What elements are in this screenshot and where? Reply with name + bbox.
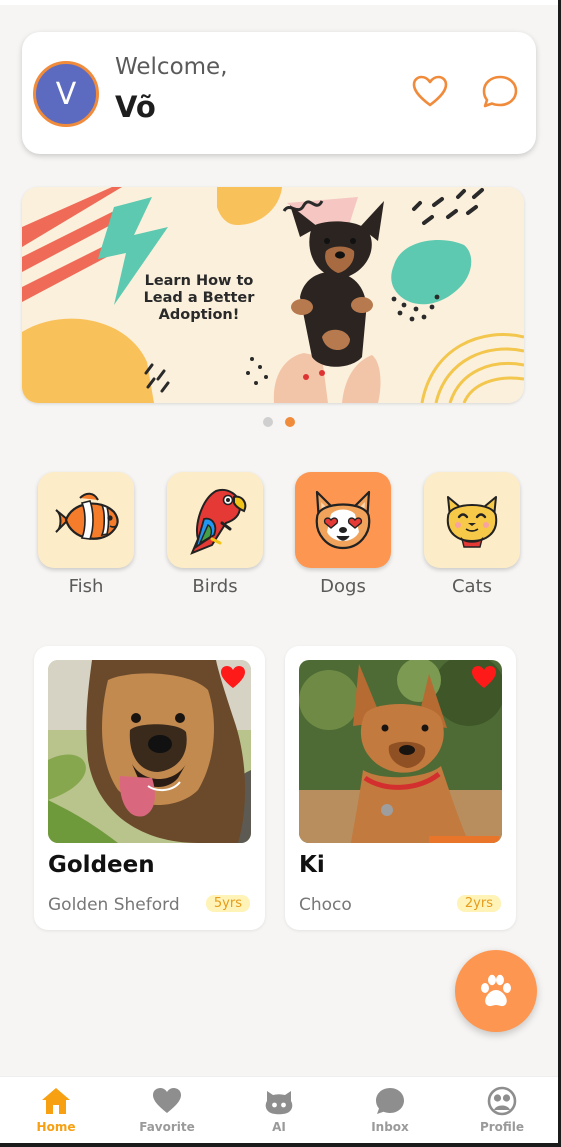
pet-card-ki[interactable]: Ki Choco 2yrs — [285, 646, 516, 930]
category-dogs[interactable]: Dogs — [295, 472, 391, 606]
app-screen: V Welcome, Võ Learn How to Lead a Better… — [0, 0, 558, 1143]
category-label: Cats — [451, 576, 493, 597]
heart-icon — [153, 1088, 181, 1113]
banner-headline: Learn How to Lead a Better Adoption! — [143, 273, 255, 323]
category-label: Fish — [68, 576, 104, 597]
nav-inbox[interactable]: Inbox — [340, 1085, 440, 1143]
bottom-navigation: Home Favorite AI Inbox Profile — [0, 1076, 558, 1143]
category-birds[interactable]: Birds — [167, 472, 263, 606]
category-label: Dogs — [320, 576, 366, 597]
paw-fab-button[interactable] — [455, 950, 537, 1032]
status-strip — [0, 0, 558, 5]
category-fish[interactable]: Fish — [38, 472, 134, 606]
nav-home[interactable]: Home — [6, 1085, 106, 1143]
nav-label: Favorite — [139, 1120, 195, 1134]
parrot-icon — [190, 489, 247, 555]
welcome-text: Welcome, — [115, 54, 228, 80]
category-tile[interactable] — [424, 472, 520, 568]
clownfish-icon — [55, 492, 119, 540]
pet-card-goldeen[interactable]: Goldeen Golden Sheford 5yrs — [34, 646, 265, 930]
category-label: Birds — [192, 576, 238, 597]
home-icon — [42, 1088, 70, 1114]
welcome-header-card: V Welcome, Võ — [22, 32, 536, 154]
pagination-dot-1[interactable] — [263, 417, 273, 427]
favorites-heart-icon[interactable] — [410, 72, 450, 112]
favorite-heart-icon[interactable] — [219, 664, 247, 690]
nav-favorite[interactable]: Favorite — [117, 1085, 217, 1143]
paw-icon — [481, 974, 511, 1007]
messages-chat-icon[interactable] — [480, 72, 520, 112]
nav-profile[interactable]: Profile — [452, 1085, 552, 1143]
promo-banner[interactable]: Learn How to Lead a Better Adoption! — [22, 187, 524, 403]
username: Võ — [115, 90, 156, 124]
nav-ai[interactable]: AI — [229, 1085, 329, 1143]
profile-icon — [487, 1086, 517, 1116]
pet-age-badge: 2yrs — [456, 895, 501, 912]
cat-face-icon — [446, 496, 498, 548]
nav-label: Home — [36, 1120, 76, 1134]
pet-photo[interactable] — [299, 660, 502, 843]
dog-face-icon — [315, 490, 371, 550]
banner-illustration — [22, 187, 524, 403]
pet-name: Goldeen — [48, 852, 155, 878]
category-tile-active[interactable] — [295, 472, 391, 568]
github-cat-icon — [265, 1091, 293, 1115]
pet-age-badge: 5yrs — [205, 895, 250, 912]
avatar[interactable]: V — [33, 61, 99, 127]
banner-pagination — [263, 417, 303, 429]
category-tile[interactable] — [38, 472, 134, 568]
category-tile[interactable] — [167, 472, 263, 568]
nav-label: Inbox — [371, 1120, 409, 1134]
nav-label: AI — [272, 1120, 286, 1134]
chat-bubble-icon — [376, 1088, 404, 1114]
avatar-letter: V — [55, 76, 77, 112]
device-frame-bottom — [0, 1143, 561, 1147]
pet-name: Ki — [299, 852, 325, 878]
pet-photo[interactable] — [48, 660, 251, 843]
pet-breed: Choco — [299, 895, 352, 915]
favorite-heart-icon[interactable] — [470, 664, 498, 690]
category-cats[interactable]: Cats — [424, 472, 520, 606]
pet-breed: Golden Sheford — [48, 895, 180, 915]
nav-label: Profile — [479, 1120, 525, 1134]
pagination-dot-2-active[interactable] — [285, 417, 295, 427]
